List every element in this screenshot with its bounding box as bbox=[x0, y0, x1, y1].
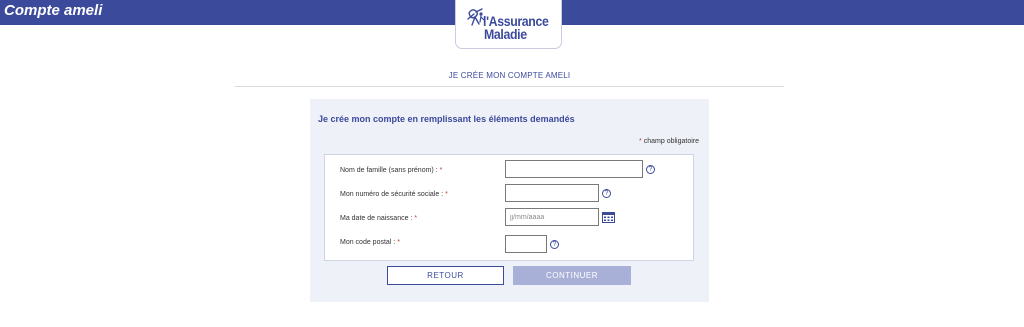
form-title: Je crée mon compte en remplissant les él… bbox=[318, 114, 575, 124]
form-fields-box: Nom de famille (sans prénom) : * ? Mon n… bbox=[324, 154, 694, 261]
postal-code-help-icon[interactable]: ? bbox=[550, 240, 559, 249]
last-name-label: Nom de famille (sans prénom) : * bbox=[340, 167, 442, 174]
last-name-label-text: Nom de famille (sans prénom) : bbox=[340, 167, 438, 174]
required-asterisk: * bbox=[439, 167, 443, 174]
required-note-text: champ obligatoire bbox=[643, 138, 699, 145]
required-asterisk: * bbox=[639, 138, 642, 145]
back-button[interactable]: RETOUR bbox=[387, 266, 504, 285]
postal-code-label: Mon code postal : * bbox=[340, 239, 400, 246]
continue-button[interactable]: CONTINUER bbox=[513, 266, 631, 285]
postal-code-input[interactable] bbox=[505, 235, 547, 253]
required-asterisk: * bbox=[445, 191, 448, 198]
logo-text-line2: Maladie bbox=[484, 26, 527, 42]
last-name-help-icon[interactable]: ? bbox=[646, 165, 655, 174]
required-asterisk: * bbox=[414, 215, 418, 222]
page-heading: JE CRÉE MON COMPTE AMELI bbox=[448, 71, 571, 80]
required-asterisk: * bbox=[397, 239, 400, 246]
birthdate-label: Ma date de naissance : * bbox=[340, 215, 417, 222]
last-name-input[interactable] bbox=[505, 160, 643, 178]
app-title: Compte ameli bbox=[4, 2, 103, 19]
ssn-input[interactable] bbox=[505, 184, 599, 202]
assurance-maladie-logo[interactable]: l'Assurance Maladie bbox=[455, 0, 562, 49]
heading-divider bbox=[235, 86, 784, 87]
ssn-label: Mon numéro de sécurité sociale : * bbox=[340, 191, 448, 198]
postal-code-label-text: Mon code postal : bbox=[340, 239, 396, 246]
birthdate-label-text: Ma date de naissance : bbox=[340, 215, 413, 222]
ssn-help-icon[interactable]: ? bbox=[602, 189, 611, 198]
required-note: * champ obligatoire bbox=[639, 138, 699, 145]
signup-panel: Je crée mon compte en remplissant les él… bbox=[310, 99, 709, 302]
birthdate-input[interactable] bbox=[505, 208, 599, 226]
ssn-label-text: Mon numéro de sécurité sociale : bbox=[340, 191, 444, 198]
calendar-icon[interactable] bbox=[602, 211, 615, 223]
